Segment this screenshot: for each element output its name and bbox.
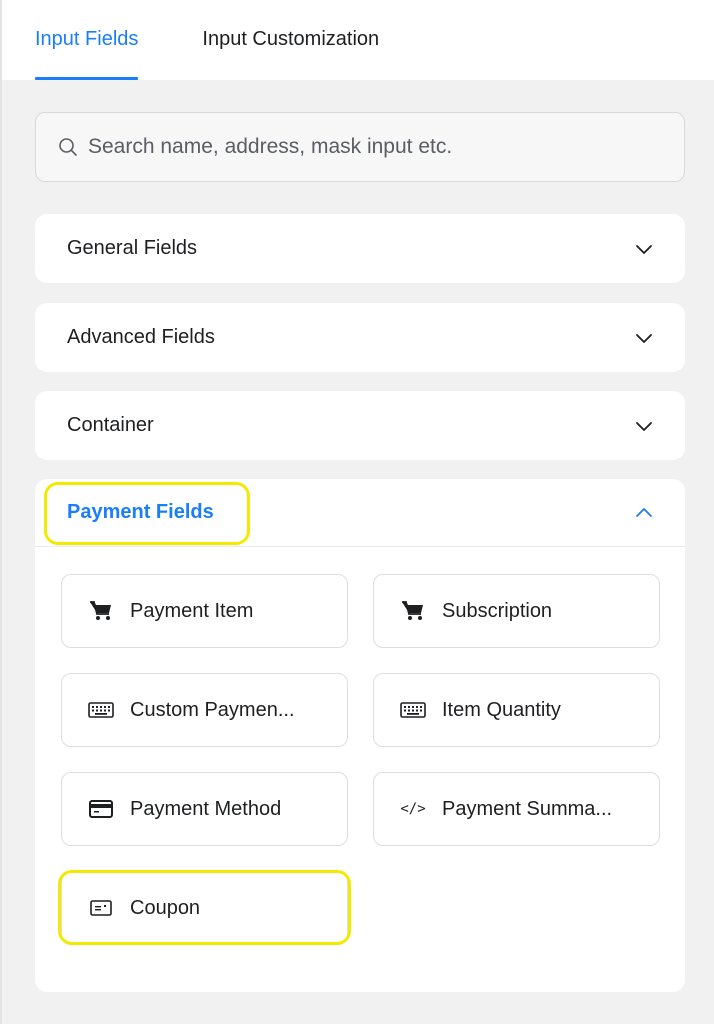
field-label: Coupon	[130, 896, 201, 919]
chevron-down-icon	[636, 421, 652, 431]
tab-input-fields[interactable]: Input Fields	[35, 0, 139, 80]
section-title: Advanced Fields	[67, 326, 215, 348]
field-label: Item Quantity	[442, 698, 561, 721]
search-icon	[59, 138, 77, 156]
tab-bar: Input Fields Input Customization	[2, 0, 714, 80]
credit-card-icon	[88, 798, 114, 820]
coupon-icon	[88, 897, 114, 919]
section-payment-fields: Payment Fields Payment Item Subscription…	[35, 479, 685, 992]
field-subscription[interactable]: Subscription	[373, 574, 660, 648]
search-box[interactable]	[35, 112, 685, 182]
chevron-down-icon	[636, 333, 652, 343]
cart-icon	[400, 600, 426, 622]
field-label: Payment Summa...	[442, 797, 613, 820]
panel-left-border	[0, 0, 2, 1024]
section-header[interactable]: Payment Fields	[35, 479, 685, 547]
chevron-down-icon	[636, 244, 652, 254]
section-header[interactable]: Container	[35, 391, 685, 460]
field-item-quantity[interactable]: Item Quantity	[373, 673, 660, 747]
cart-icon	[88, 600, 114, 622]
field-label: Payment Item	[130, 599, 254, 622]
section-container[interactable]: Container	[35, 391, 685, 460]
section-header[interactable]: General Fields	[35, 214, 685, 283]
field-label: Custom Paymen...	[130, 698, 295, 721]
payment-fields-grid: Payment Item Subscription Custom Paymen.…	[61, 574, 660, 945]
section-title: Payment Fields	[67, 501, 214, 523]
keyboard-icon	[400, 699, 426, 721]
search-input[interactable]	[88, 135, 648, 159]
field-custom-payment-amount[interactable]: Custom Paymen...	[61, 673, 348, 747]
field-payment-method[interactable]: Payment Method	[61, 772, 348, 846]
section-title: General Fields	[67, 237, 198, 259]
section-advanced-fields[interactable]: Advanced Fields	[35, 303, 685, 372]
field-payment-summary[interactable]: </> Payment Summa...	[373, 772, 660, 846]
field-payment-item[interactable]: Payment Item	[61, 574, 348, 648]
section-title: Container	[67, 414, 154, 436]
chevron-up-icon	[636, 507, 652, 517]
code-icon: </>	[400, 801, 426, 817]
field-label: Subscription	[442, 599, 553, 622]
tab-input-customization[interactable]: Input Customization	[202, 0, 379, 80]
keyboard-icon	[88, 699, 114, 721]
section-general-fields[interactable]: General Fields	[35, 214, 685, 283]
field-coupon[interactable]: Coupon	[61, 871, 348, 945]
section-header[interactable]: Advanced Fields	[35, 303, 685, 372]
field-label: Payment Method	[130, 797, 282, 820]
